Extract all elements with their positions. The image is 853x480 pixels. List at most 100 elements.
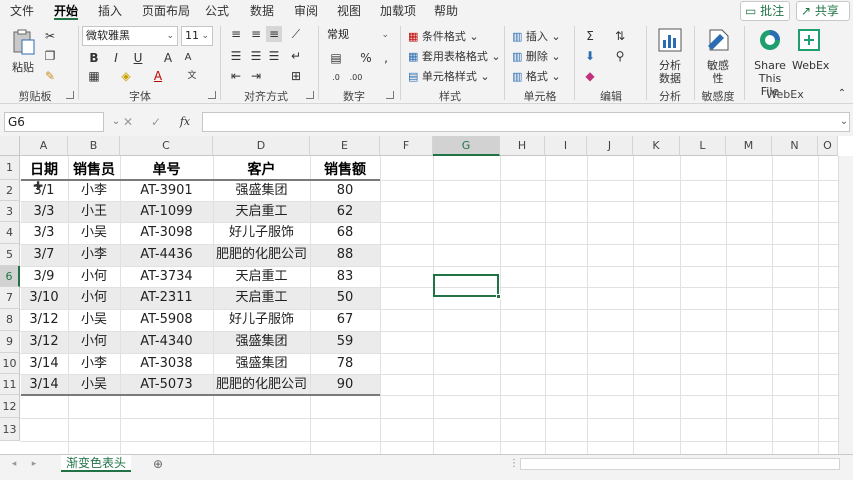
font-color-icon[interactable]: A <box>150 68 166 84</box>
active-cell-g6[interactable] <box>433 274 501 299</box>
table-header-cell[interactable]: 日期 <box>20 156 68 180</box>
number-launcher-icon[interactable] <box>386 91 394 99</box>
indent-decrease-icon[interactable]: ⇤ <box>228 68 244 84</box>
table-cell[interactable]: AT-3734 <box>120 266 213 287</box>
table-cell[interactable]: 天启重工 <box>213 201 310 222</box>
table-cell[interactable]: 68 <box>310 222 380 244</box>
table-cell[interactable]: 小何 <box>68 287 120 309</box>
table-cell[interactable]: 3/1 <box>20 180 68 201</box>
align-middle-icon[interactable]: ≡ <box>248 26 264 42</box>
share-button[interactable]: ↗ 共享 <box>796 1 850 21</box>
comma-style-icon[interactable]: , <box>378 50 394 66</box>
tab-page-layout[interactable]: 页面布局 <box>142 2 190 20</box>
table-cell[interactable]: AT-5908 <box>120 309 213 331</box>
row-header-9[interactable]: 9 <box>0 331 20 353</box>
table-cell[interactable]: 天启重工 <box>213 266 310 287</box>
percent-style-icon[interactable]: % <box>358 50 374 66</box>
autosum-icon[interactable]: Σ <box>582 28 598 44</box>
align-bottom-icon[interactable]: ≡ <box>266 26 282 42</box>
align-top-icon[interactable]: ≡ <box>228 26 244 42</box>
table-cell[interactable]: AT-3901 <box>120 180 213 201</box>
phonetic-icon[interactable]: 文 <box>184 68 200 84</box>
fill-handle[interactable] <box>496 294 501 299</box>
name-box[interactable]: G6 <box>4 112 104 132</box>
sheet-tab-active[interactable]: 渐变色表头 <box>61 455 131 472</box>
row-header-8[interactable]: 8 <box>0 309 20 331</box>
table-cell[interactable]: 小吴 <box>68 222 120 244</box>
cancel-icon[interactable]: ✕ <box>120 114 136 130</box>
row-header-5[interactable]: 5 <box>0 244 20 266</box>
column-header-o[interactable]: O <box>818 136 838 156</box>
column-header-i[interactable]: I <box>545 136 587 156</box>
row-header-4[interactable]: 4 <box>0 222 20 244</box>
cell-styles-button[interactable]: ▤ 单元格样式 ⌄ <box>408 68 490 84</box>
expand-formula-icon[interactable]: ⌄ <box>836 114 852 130</box>
fill-icon[interactable]: ⬇ <box>582 48 598 64</box>
table-cell[interactable]: 62 <box>310 201 380 222</box>
sensitivity-button[interactable]: 敏感 性 <box>700 26 736 85</box>
row-header-1[interactable]: 1 <box>0 156 20 180</box>
enter-icon[interactable]: ✓ <box>148 114 164 130</box>
table-cell[interactable]: AT-4340 <box>120 331 213 353</box>
row-header-11[interactable]: 11 <box>0 374 20 395</box>
align-left-icon[interactable]: ☰ <box>228 48 244 64</box>
table-cell[interactable]: AT-1099 <box>120 201 213 222</box>
table-cell[interactable]: 小李 <box>68 353 120 374</box>
text-orientation-icon[interactable]: ⟋ <box>288 26 304 42</box>
delete-cells-button[interactable]: ▥ 删除 ⌄ <box>512 48 561 64</box>
table-cell[interactable]: 好儿子服饰 <box>213 309 310 331</box>
format-cells-button[interactable]: ▥ 格式 ⌄ <box>512 68 561 84</box>
tab-addins[interactable]: 加载项 <box>380 2 416 20</box>
font-grow-icon[interactable]: A <box>160 50 176 66</box>
column-header-g[interactable]: G <box>433 136 500 156</box>
table-cell[interactable]: 3/9 <box>20 266 68 287</box>
horizontal-scrollbar[interactable] <box>520 458 840 470</box>
table-cell[interactable]: 强盛集团 <box>213 353 310 374</box>
underline-icon[interactable]: U <box>130 50 146 66</box>
add-sheet-icon[interactable]: ⊕ <box>150 456 166 472</box>
table-header-cell[interactable]: 客户 <box>213 156 310 180</box>
table-cell[interactable]: 3/14 <box>20 353 68 374</box>
wrap-text-icon[interactable]: ↵ <box>288 48 304 64</box>
column-header-n[interactable]: N <box>772 136 818 156</box>
increase-decimal-icon[interactable]: .0 <box>328 70 344 86</box>
column-header-m[interactable]: M <box>726 136 772 156</box>
worksheet-grid[interactable]: A B C D E F G H I J K L M N O 1 2 3 4 5 6 7 8 9 10 11 12 13 日期 销售员 单号客… <box>0 136 853 454</box>
paste-button[interactable]: 粘贴 <box>6 28 40 74</box>
table-cell[interactable]: 67 <box>310 309 380 331</box>
scroll-tabs-right-icon[interactable]: ▸ <box>26 456 42 472</box>
table-cell[interactable]: 3/3 <box>20 201 68 222</box>
table-cell[interactable]: 90 <box>310 374 380 395</box>
font-size-combo[interactable]: 11 ⌄ <box>181 26 213 46</box>
format-as-table-button[interactable]: ▦ 套用表格格式 ⌄ <box>408 48 501 64</box>
number-format-combo[interactable]: 常规 ⌄ <box>324 26 392 46</box>
column-header-b[interactable]: B <box>68 136 120 156</box>
column-header-a[interactable]: A <box>20 136 68 156</box>
column-header-j[interactable]: J <box>587 136 633 156</box>
column-header-k[interactable]: K <box>633 136 680 156</box>
table-header-cell[interactable]: 销售额 <box>310 156 380 180</box>
tab-formulas[interactable]: 公式 <box>205 2 229 20</box>
table-cell[interactable]: 50 <box>310 287 380 309</box>
formula-input[interactable] <box>202 112 850 132</box>
table-cell[interactable]: 78 <box>310 353 380 374</box>
merge-center-icon[interactable]: ⊞ <box>288 68 304 84</box>
insert-cells-button[interactable]: ▥ 插入 ⌄ <box>512 28 561 44</box>
font-shrink-icon[interactable]: A <box>180 50 196 66</box>
sort-filter-icon[interactable]: ⇅ <box>612 28 628 44</box>
accounting-format-icon[interactable]: ▤ <box>328 50 344 66</box>
table-header-cell[interactable]: 销售员 <box>68 156 120 180</box>
row-header-2[interactable]: 2 <box>0 180 20 201</box>
decrease-decimal-icon[interactable]: .00 <box>348 70 364 86</box>
format-painter-icon[interactable]: ✎ <box>42 68 58 84</box>
table-cell[interactable]: 3/10 <box>20 287 68 309</box>
table-cell[interactable]: 83 <box>310 266 380 287</box>
copy-icon[interactable]: ❐ <box>42 48 58 64</box>
table-cell[interactable]: 小李 <box>68 244 120 266</box>
table-cell[interactable]: 肥肥的化肥公司 <box>213 374 310 395</box>
tab-home[interactable]: 开始 <box>54 2 79 20</box>
bold-icon[interactable]: B <box>86 50 102 66</box>
tab-help[interactable]: 帮助 <box>434 2 458 20</box>
table-cell[interactable]: 3/12 <box>20 309 68 331</box>
table-cell[interactable]: AT-3038 <box>120 353 213 374</box>
